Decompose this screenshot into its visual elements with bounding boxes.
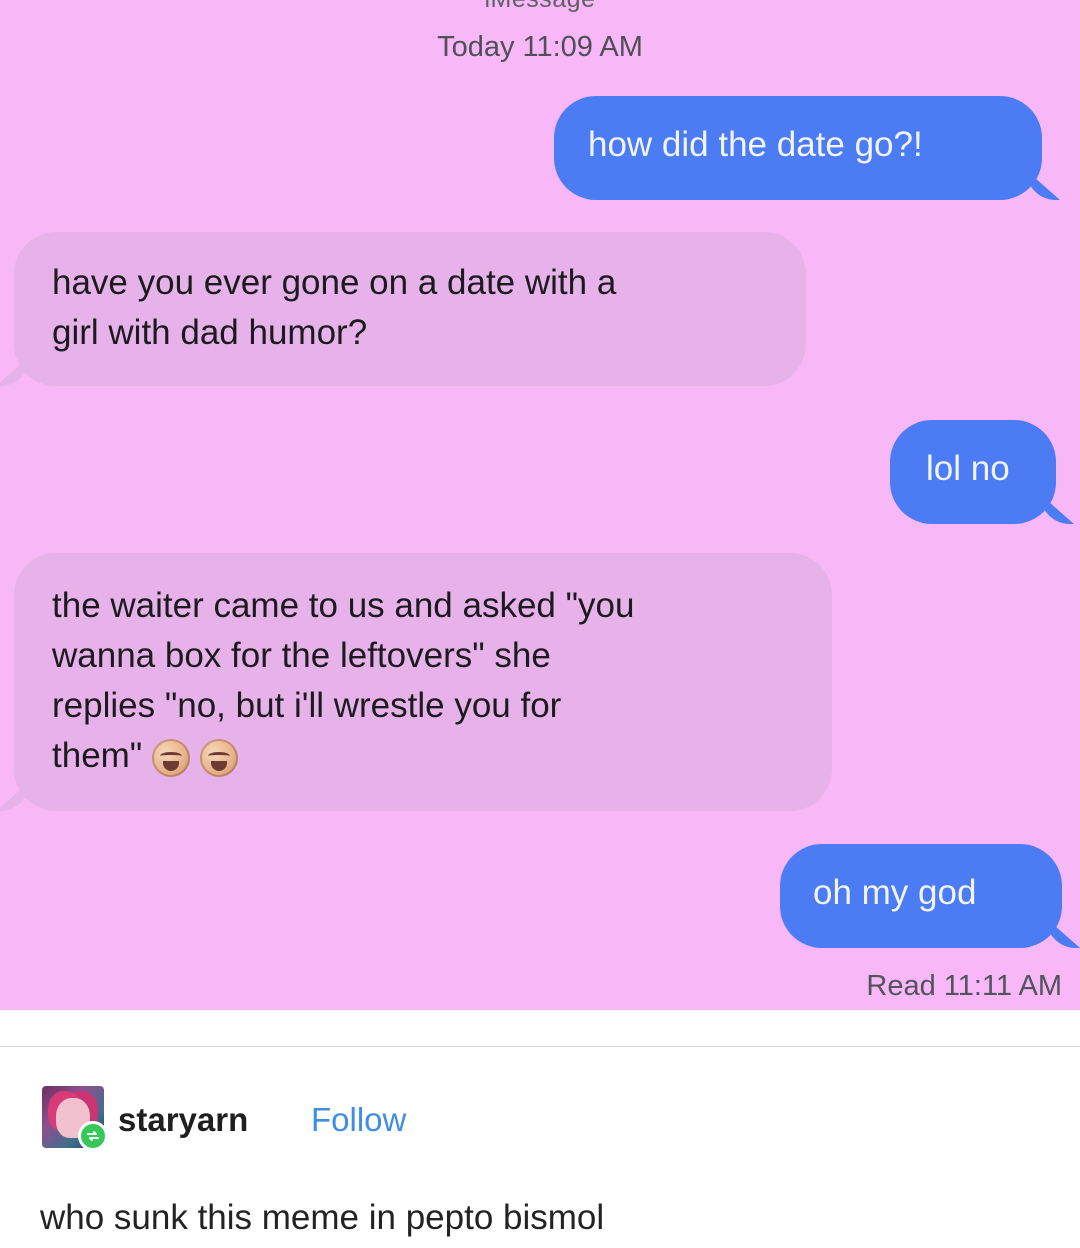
received-message-bubble: the waiter came to us and asked "you wan… — [0, 553, 832, 811]
message-tail — [0, 356, 30, 386]
message-text: lol no — [926, 449, 1010, 488]
post-divider — [0, 1046, 1080, 1047]
read-receipt: Read 11:11 AM — [866, 970, 1062, 1002]
sent-message-bubble: oh my god — [780, 844, 1080, 948]
crying-face-icon — [200, 738, 239, 777]
message-text: the waiter came to us and asked "you wan… — [52, 586, 635, 775]
crying-face-icon — [152, 738, 191, 777]
screenshot-page: iMessage Today 11:09 AM how did the date… — [0, 0, 1080, 1248]
user-avatar-link[interactable] — [42, 1086, 108, 1151]
message-text: how did the date go?! — [588, 125, 923, 164]
message-tail — [0, 781, 30, 811]
conversation-timestamp: Today 11:09 AM — [437, 31, 643, 63]
follow-button[interactable]: Follow — [311, 1100, 406, 1140]
message-text: have you ever gone on a date with a girl… — [52, 263, 617, 352]
message-tail — [1040, 494, 1074, 524]
sent-message-bubble: lol no — [890, 420, 1074, 524]
app-label: iMessage — [0, 0, 1080, 14]
reblog-icon — [78, 1121, 108, 1151]
received-message-bubble: have you ever gone on a date with a girl… — [0, 232, 806, 386]
username-link[interactable]: staryarn — [118, 1100, 248, 1140]
message-tail — [1046, 918, 1080, 948]
message-tail — [1026, 170, 1060, 200]
message-text: oh my god — [813, 873, 977, 912]
post-caption: who sunk this meme in pepto bismol — [40, 1198, 605, 1237]
sent-message-bubble: how did the date go?! — [554, 96, 1060, 200]
message-screenshot: iMessage Today 11:09 AM how did the date… — [0, 0, 1080, 1010]
